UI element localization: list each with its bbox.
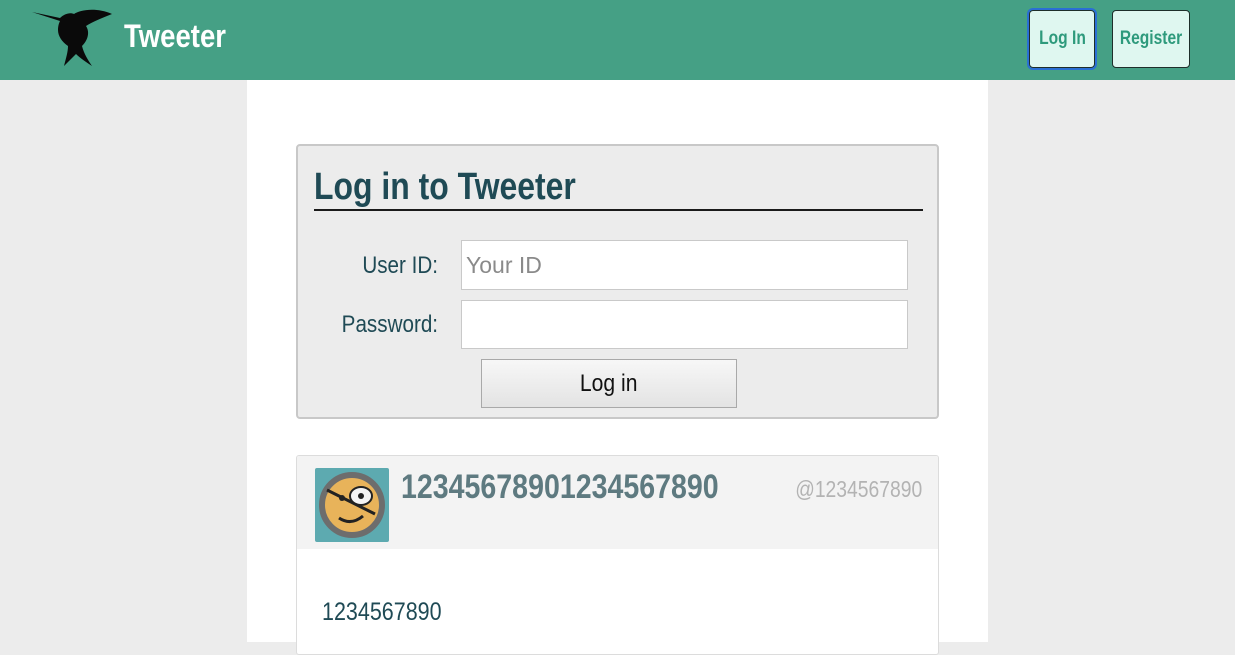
login-submit-button[interactable]: Log in [481, 359, 737, 408]
nav-register-button[interactable]: Register [1112, 10, 1190, 68]
title-divider [314, 209, 923, 211]
password-label: Password: [341, 311, 438, 338]
password-input[interactable] [461, 300, 908, 349]
hummingbird-icon[interactable] [30, 8, 114, 68]
login-panel: Log in to Tweeter User ID: Password: Log… [296, 144, 939, 419]
user-id-label: User ID: [362, 252, 438, 279]
user-id-input[interactable] [461, 240, 908, 290]
nav-login-label: Log In [1038, 28, 1086, 49]
brand-title[interactable]: Tweeter [124, 18, 226, 55]
tweet-author-name[interactable]: 12345678901234567890 [401, 468, 719, 507]
tweet-author-handle[interactable]: @1234567890 [795, 476, 922, 503]
tweet-card: 12345678901234567890 @1234567890 1234567… [296, 455, 939, 655]
top-navbar: Tweeter Log In Register [0, 0, 1235, 80]
tweet-text: 1234567890 [322, 598, 442, 626]
login-title: Log in to Tweeter [314, 166, 576, 208]
pirate-smiley-avatar-icon[interactable] [315, 468, 389, 542]
nav-login-button[interactable]: Log In [1027, 8, 1097, 70]
nav-register-label: Register [1119, 28, 1183, 49]
tweet-header: 12345678901234567890 @1234567890 [297, 456, 938, 549]
login-submit-label: Log in [580, 369, 638, 397]
